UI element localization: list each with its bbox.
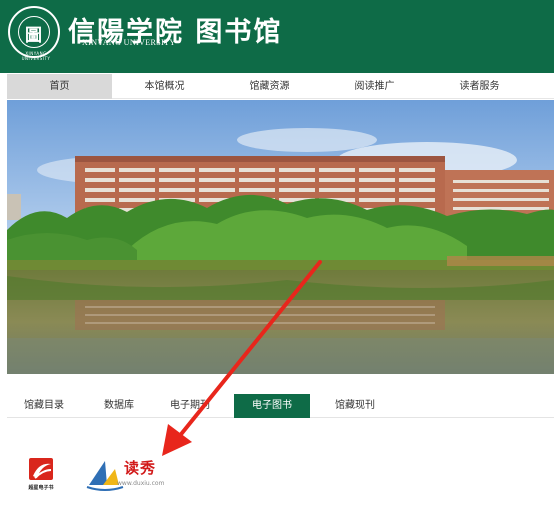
seal-arc-text: XINYANG UNIVERSITY (21, 51, 51, 61)
nav-item-collections[interactable]: 馆藏资源 (217, 74, 322, 99)
site-subtitle: XINYANG UNIVERSITY (82, 38, 176, 47)
nav-item-home[interactable]: 首页 (7, 74, 112, 99)
university-seal-logo[interactable]: 圖 XINYANG UNIVERSITY (8, 6, 60, 61)
resource-tabs: 馆藏目录 数据库 电子期刊 电子图书 馆藏现刊 (7, 394, 554, 418)
seal-inner-ring: 圖 (18, 16, 50, 48)
tab-current-periodicals[interactable]: 馆藏现刊 (323, 394, 387, 418)
library-page: 圖 XINYANG UNIVERSITY 信陽学院 图书馆 XINYANG UN… (0, 0, 554, 515)
nav-item-reader-services[interactable]: 读者服务 (427, 74, 532, 99)
duxiu-url: www.duxiu.com (117, 480, 165, 487)
main-nav: 首页 本馆概况 馆藏资源 阅读推广 读者服务 (7, 74, 554, 99)
chaoxing-ebook-label: 超星电子书 (28, 485, 54, 491)
nav-item-about[interactable]: 本馆概况 (112, 74, 217, 99)
tab-catalog[interactable]: 馆藏目录 (12, 394, 76, 418)
tab-ejournals[interactable]: 电子期刊 (159, 394, 221, 418)
nav-item-reading-promotion[interactable]: 阅读推广 (322, 74, 427, 99)
tab-databases[interactable]: 数据库 (91, 394, 147, 418)
seal-glyph: 圖 (25, 26, 42, 46)
tab-ebooks[interactable]: 电子图书 (234, 394, 310, 418)
duxiu-name: 读秀 (124, 459, 157, 477)
campus-banner-image (7, 100, 554, 374)
site-header: 圖 XINYANG UNIVERSITY 信陽学院 图书馆 XINYANG UN… (0, 0, 554, 73)
